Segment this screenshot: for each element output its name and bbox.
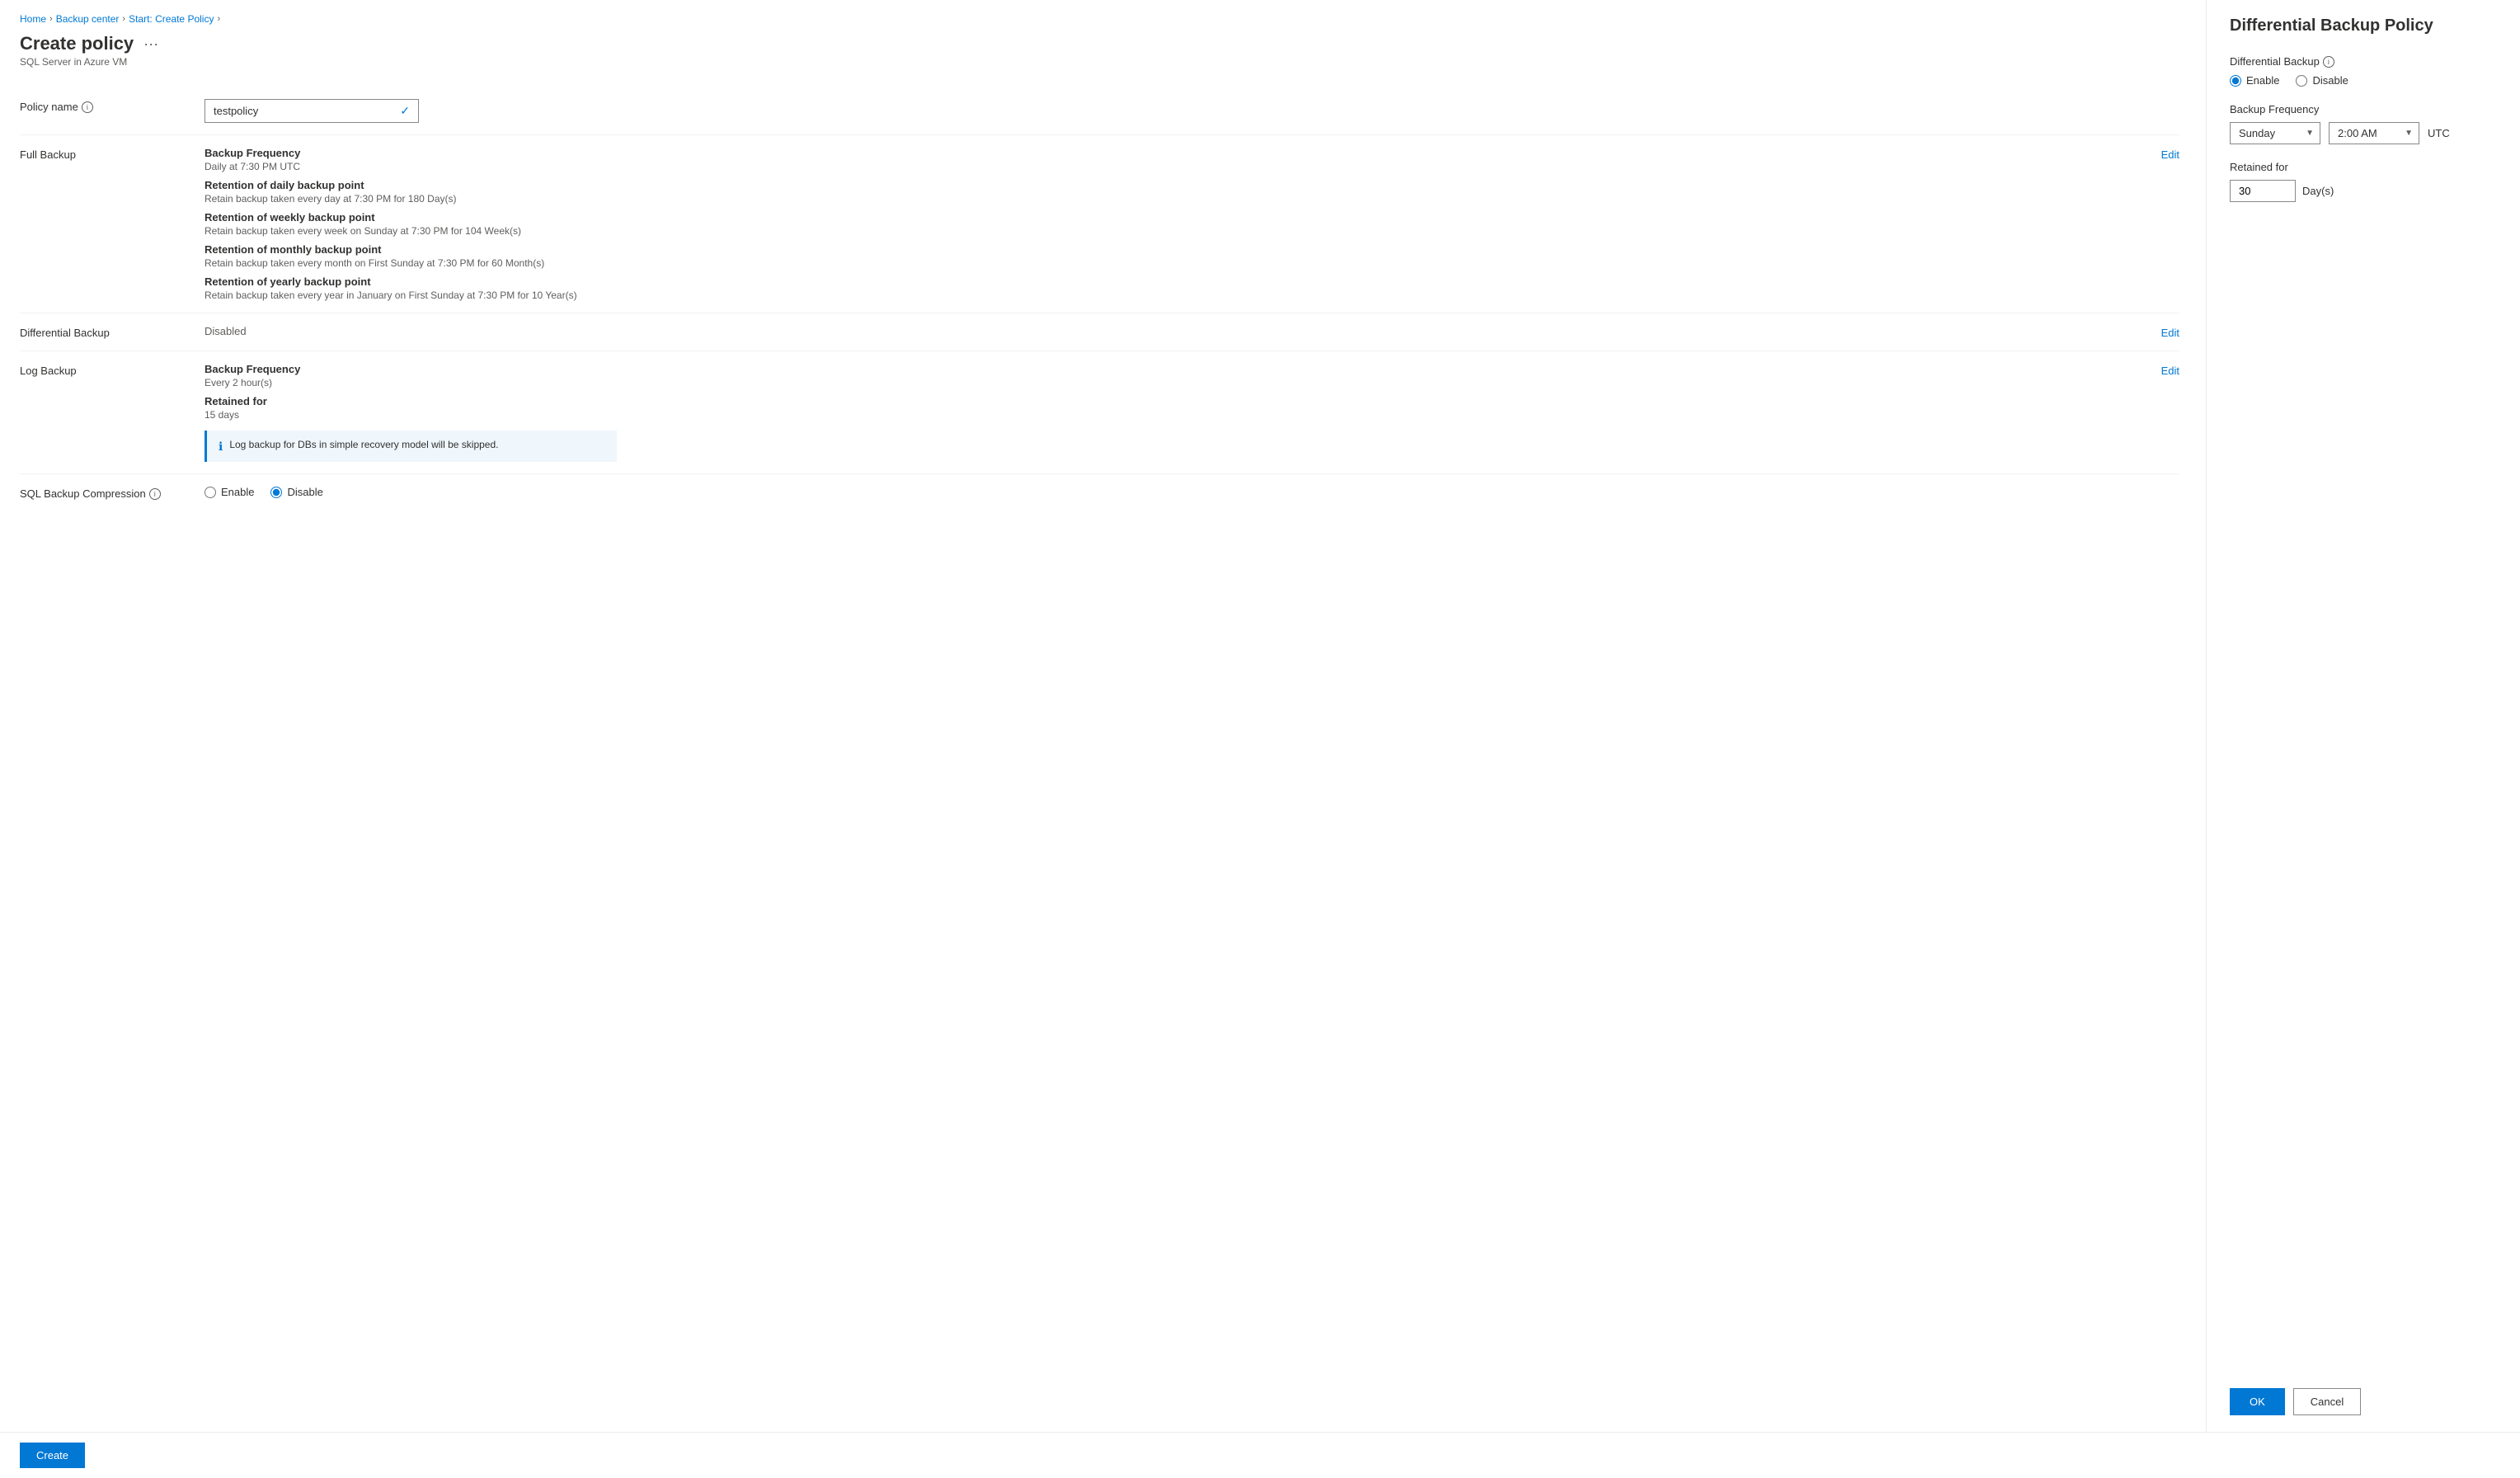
right-retained-label: Retained for — [2230, 161, 2497, 173]
right-differential-enable-label: Enable — [2246, 74, 2279, 87]
differential-backup-inner: Disabled — [205, 325, 2161, 337]
sql-compression-enable-label: Enable — [221, 486, 254, 498]
breadcrumb-sep-2: › — [122, 14, 125, 24]
retention-yearly-label: Retention of yearly backup point — [205, 275, 2161, 288]
cancel-button[interactable]: Cancel — [2293, 1388, 2361, 1415]
differential-backup-content: Disabled Edit — [205, 325, 2179, 339]
retention-weekly-label: Retention of weekly backup point — [205, 211, 2161, 224]
right-frequency-row: Sunday Monday Tuesday Wednesday Thursday… — [2230, 122, 2497, 144]
check-icon: ✓ — [400, 104, 410, 118]
right-differential-info-icon[interactable]: i — [2323, 56, 2334, 68]
sql-compression-radio-group: Enable Disable — [205, 486, 2179, 498]
full-backup-edit-link[interactable]: Edit — [2161, 147, 2179, 161]
retention-daily-label: Retention of daily backup point — [205, 179, 2161, 191]
sql-compression-info-icon[interactable]: i — [149, 488, 161, 500]
breadcrumb-sep-1: › — [49, 14, 53, 24]
bottom-bar: Create — [0, 1432, 2520, 1478]
log-backup-frequency-label: Backup Frequency — [205, 363, 2161, 375]
retention-daily-value: Retain backup taken every day at 7:30 PM… — [205, 193, 2161, 205]
full-backup-label: Full Backup — [20, 147, 185, 161]
sql-compression-label: SQL Backup Compression i — [20, 486, 185, 500]
right-differential-disable-option[interactable]: Disable — [2296, 74, 2348, 87]
full-backup-frequency-label: Backup Frequency — [205, 147, 2161, 159]
time-select-wrapper: 12:00 AM 1:00 AM 2:00 AM 3:00 AM 4:00 AM… — [2329, 122, 2419, 144]
log-backup-inner: Backup Frequency Every 2 hour(s) Retaine… — [205, 363, 2161, 462]
sql-compression-enable-radio[interactable] — [205, 487, 216, 498]
right-differential-disable-label: Disable — [2312, 74, 2348, 87]
more-options-button[interactable]: ··· — [140, 35, 162, 53]
days-label: Day(s) — [2302, 185, 2334, 197]
right-differential-label: Differential Backup i — [2230, 55, 2497, 68]
info-icon: ℹ — [219, 440, 223, 454]
right-differential-disable-radio[interactable] — [2296, 75, 2307, 87]
retention-weekly-value: Retain backup taken every week on Sunday… — [205, 225, 2161, 237]
right-backup-frequency-group: Backup Frequency Sunday Monday Tuesday W… — [2230, 103, 2497, 144]
full-backup-frequency-value: Daily at 7:30 PM UTC — [205, 161, 2161, 172]
log-backup-info-text: Log backup for DBs in simple recovery mo… — [229, 439, 498, 450]
full-backup-content: Backup Frequency Daily at 7:30 PM UTC Re… — [205, 147, 2179, 301]
breadcrumb-backup-center[interactable]: Backup center — [56, 13, 120, 25]
differential-backup-status: Disabled — [205, 325, 247, 337]
log-backup-info-box: ℹ Log backup for DBs in simple recovery … — [205, 431, 617, 462]
log-backup-frequency-value: Every 2 hour(s) — [205, 377, 2161, 388]
right-differential-enable-radio[interactable] — [2230, 75, 2241, 87]
sql-compression-row: SQL Backup Compression i Enable Disable — [20, 474, 2179, 511]
utc-label: UTC — [2428, 127, 2450, 139]
right-bottom-bar: OK Cancel — [2230, 1375, 2497, 1415]
right-backup-frequency-label: Backup Frequency — [2230, 103, 2497, 115]
retention-monthly-label: Retention of monthly backup point — [205, 243, 2161, 256]
sql-compression-disable-label: Disable — [287, 486, 322, 498]
retention-yearly-value: Retain backup taken every year in Januar… — [205, 289, 2161, 301]
policy-name-field-wrapper: ✓ — [205, 99, 2179, 123]
log-backup-retained-value: 15 days — [205, 409, 2161, 421]
policy-name-input-box[interactable]: ✓ — [205, 99, 419, 123]
right-differential-radio-group: Enable Disable — [2230, 74, 2497, 87]
breadcrumb: Home › Backup center › Start: Create Pol… — [20, 13, 2179, 25]
right-differential-group: Differential Backup i Enable Disable — [2230, 55, 2497, 87]
sql-compression-content: Enable Disable — [205, 486, 2179, 498]
log-backup-label: Log Backup — [20, 363, 185, 377]
policy-name-info-icon[interactable]: i — [82, 101, 93, 113]
differential-backup-label: Differential Backup — [20, 325, 185, 339]
log-backup-retained-label: Retained for — [205, 395, 2161, 407]
policy-name-input[interactable] — [214, 105, 393, 117]
page-subtitle: SQL Server in Azure VM — [20, 56, 2179, 68]
log-backup-row: Log Backup Backup Frequency Every 2 hour… — [20, 351, 2179, 474]
page-title-row: Create policy ··· — [20, 33, 2179, 54]
log-backup-edit-link[interactable]: Edit — [2161, 363, 2179, 377]
sql-compression-enable-option[interactable]: Enable — [205, 486, 254, 498]
log-backup-content: Backup Frequency Every 2 hour(s) Retaine… — [205, 363, 2179, 462]
differential-backup-row: Differential Backup Disabled Edit — [20, 313, 2179, 351]
create-button[interactable]: Create — [20, 1443, 85, 1468]
page-title: Create policy — [20, 33, 134, 54]
breadcrumb-create-policy[interactable]: Start: Create Policy — [129, 13, 214, 25]
right-panel: Differential Backup Policy Differential … — [2207, 0, 2520, 1432]
right-differential-enable-option[interactable]: Enable — [2230, 74, 2279, 87]
retention-monthly-value: Retain backup taken every month on First… — [205, 257, 2161, 269]
right-retained-group: Retained for Day(s) — [2230, 161, 2497, 202]
retained-input-row: Day(s) — [2230, 180, 2497, 202]
breadcrumb-home[interactable]: Home — [20, 13, 46, 25]
retained-input[interactable] — [2230, 180, 2296, 202]
full-backup-inner: Backup Frequency Daily at 7:30 PM UTC Re… — [205, 147, 2161, 301]
day-select[interactable]: Sunday Monday Tuesday Wednesday Thursday… — [2230, 122, 2320, 144]
time-select[interactable]: 12:00 AM 1:00 AM 2:00 AM 3:00 AM 4:00 AM… — [2329, 122, 2419, 144]
policy-name-label: Policy name i — [20, 99, 185, 113]
policy-name-row: Policy name i ✓ — [20, 87, 2179, 135]
breadcrumb-sep-3: › — [217, 14, 220, 24]
right-panel-title: Differential Backup Policy — [2230, 16, 2497, 35]
sql-compression-disable-radio[interactable] — [270, 487, 282, 498]
day-select-wrapper: Sunday Monday Tuesday Wednesday Thursday… — [2230, 122, 2320, 144]
ok-button[interactable]: OK — [2230, 1388, 2285, 1415]
sql-compression-disable-option[interactable]: Disable — [270, 486, 322, 498]
full-backup-row: Full Backup Backup Frequency Daily at 7:… — [20, 135, 2179, 313]
differential-backup-edit-link[interactable]: Edit — [2161, 325, 2179, 339]
